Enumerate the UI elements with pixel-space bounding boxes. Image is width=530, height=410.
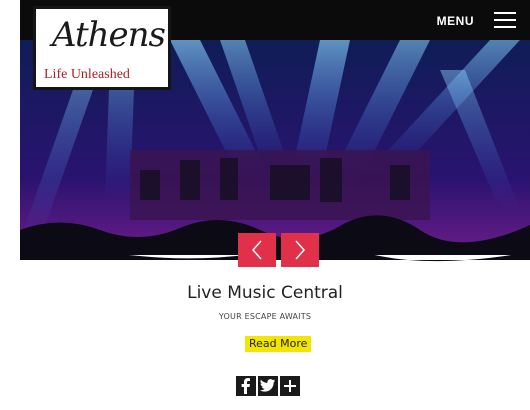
facebook-icon bbox=[241, 378, 250, 394]
carousel-prev-button[interactable] bbox=[238, 233, 276, 267]
carousel-next-button[interactable] bbox=[281, 233, 319, 267]
hamburger-menu-icon[interactable] bbox=[494, 12, 516, 29]
section-title: Live Music Central bbox=[187, 283, 343, 303]
facebook-share-button[interactable] bbox=[236, 376, 256, 396]
logo-tagline: Life Unleashed bbox=[44, 67, 130, 82]
menu-label[interactable]: MENU bbox=[437, 14, 474, 28]
twitter-share-button[interactable] bbox=[258, 376, 278, 396]
read-more-link[interactable]: Read More bbox=[245, 336, 312, 352]
logo-script: Athens bbox=[52, 15, 166, 55]
athens-logo[interactable]: Athens Life Unleashed bbox=[33, 6, 171, 90]
twitter-icon bbox=[260, 379, 276, 392]
chevron-right-icon bbox=[295, 240, 306, 260]
chevron-left-icon bbox=[251, 240, 262, 260]
section-subtitle: YOUR ESCAPE AWAITS bbox=[218, 312, 312, 321]
more-share-button[interactable] bbox=[280, 376, 300, 396]
plus-icon bbox=[284, 380, 296, 392]
